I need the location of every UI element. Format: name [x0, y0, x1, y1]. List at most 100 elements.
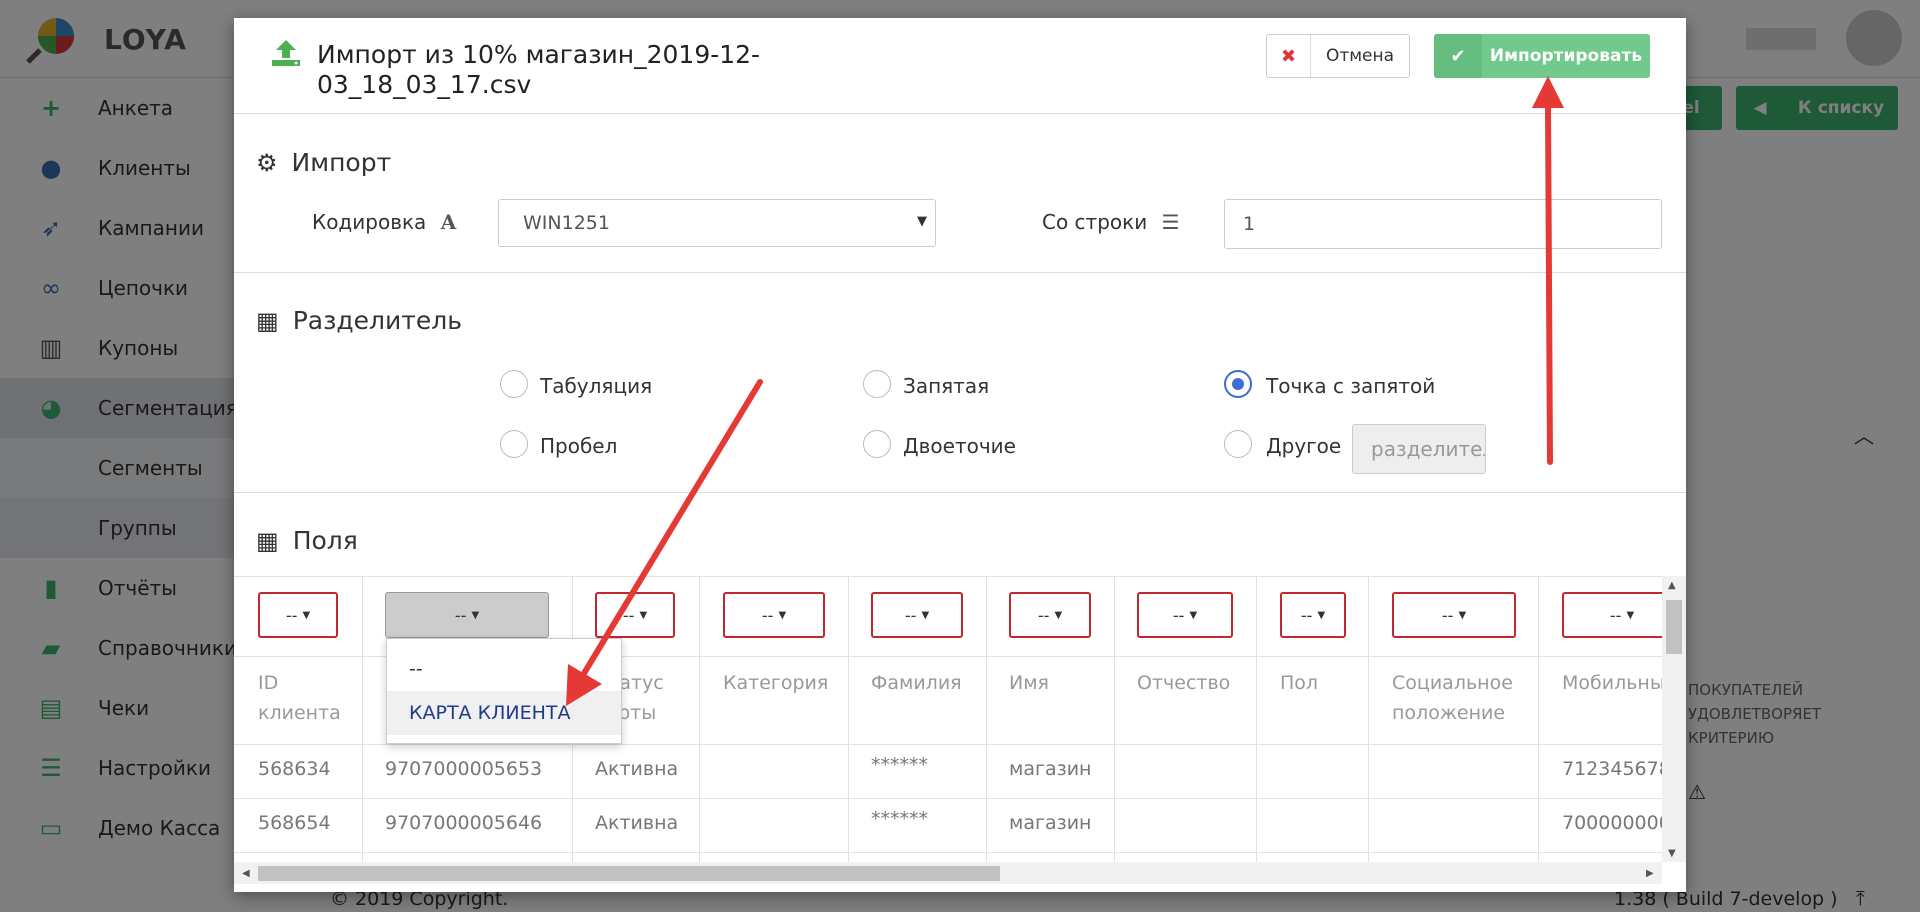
other-delimiter-input[interactable]: разделитель	[1352, 424, 1486, 474]
caret-down-icon: ▼	[1189, 609, 1198, 621]
scroll-up-icon[interactable]: ▲	[1668, 580, 1676, 591]
table-cell: ******	[871, 808, 928, 830]
encoding-label-text: Кодировка	[312, 210, 427, 234]
scroll-down-icon[interactable]: ▼	[1668, 848, 1676, 859]
from-row-label-text: Со строки	[1042, 210, 1148, 234]
table-border	[234, 852, 1662, 853]
table-cell: Активна	[595, 812, 679, 834]
table-cell: ******	[871, 754, 928, 776]
column-header: Имя	[1009, 672, 1049, 694]
close-icon: ✖	[1267, 35, 1311, 77]
import-button[interactable]: ✔ Импортировать	[1434, 34, 1650, 78]
column-mapping-select[interactable]: -- ▼	[1392, 592, 1516, 638]
divider	[234, 272, 1686, 273]
radio-semicolon-label: Точка с запятой	[1266, 374, 1436, 398]
scroll-right-icon[interactable]: ▶	[1646, 868, 1654, 879]
select-value: --	[1300, 605, 1313, 625]
column-divider	[1368, 576, 1369, 862]
fields-heading-text: Поля	[292, 526, 358, 555]
import-heading-text: Импорт	[291, 148, 392, 177]
fields-section-heading: ▦ Поля	[256, 526, 358, 555]
column-mapping-select[interactable]: -- ▼	[1280, 592, 1346, 638]
radio-comma-label: Запятая	[903, 374, 990, 398]
delimiter-heading-text: Разделитель	[292, 306, 462, 335]
column-divider	[1538, 576, 1539, 862]
column-header: Фамилия	[871, 672, 962, 694]
encoding-value: WIN1251	[523, 212, 610, 234]
radio-space[interactable]	[500, 430, 528, 458]
column-mapping-select[interactable]: -- ▼	[595, 592, 675, 638]
table-cell: 9707000005646	[385, 812, 543, 834]
table-cell: 71234567890	[1562, 758, 1662, 780]
column-header: Социальное положение	[1392, 672, 1513, 724]
radio-comma[interactable]	[863, 370, 891, 398]
radio-other-label: Другое	[1266, 434, 1342, 458]
radio-tab[interactable]	[500, 370, 528, 398]
dropdown-option-card[interactable]: КАРТА КЛИЕНТА	[387, 691, 621, 735]
radio-colon[interactable]	[863, 430, 891, 458]
check-icon: ✔	[1434, 34, 1482, 78]
import-button-label: Импортировать	[1489, 46, 1643, 66]
column-header: Отчество	[1137, 672, 1231, 694]
caret-down-icon: ▼	[1317, 609, 1326, 621]
select-value: --	[454, 605, 467, 625]
caret-down-icon: ▼	[1626, 609, 1635, 621]
caret-down-icon: ▼	[302, 609, 311, 621]
from-row-input[interactable]: 1	[1224, 199, 1662, 249]
select-value: --	[1609, 605, 1622, 625]
select-value: --	[1441, 605, 1454, 625]
horizontal-scroll-thumb[interactable]	[258, 866, 1000, 881]
cancel-button-label: Отмена	[1325, 46, 1395, 66]
select-value: --	[1037, 605, 1050, 625]
radio-space-label: Пробел	[540, 434, 618, 458]
column-mapping-select[interactable]: -- ▼	[1137, 592, 1233, 638]
font-icon: A	[440, 210, 457, 234]
table-cell: 568654	[258, 812, 331, 834]
encoding-label: Кодировка A	[312, 210, 456, 234]
table-border	[234, 798, 1662, 799]
column-divider	[1114, 576, 1115, 862]
table-cell: 70000000000	[1562, 812, 1662, 834]
column-mapping-select[interactable]: -- ▼	[258, 592, 338, 638]
caret-down-icon: ▼	[921, 609, 930, 621]
grid-icon: ▦	[256, 306, 279, 335]
from-row-label: Со строки ☰	[1042, 210, 1180, 234]
select-value: --	[285, 605, 298, 625]
column-divider	[848, 576, 849, 862]
column-mapping-select[interactable]: -- ▼	[871, 592, 963, 638]
encoding-select[interactable]: WIN1251 ▼	[498, 199, 936, 247]
column-mapping-select[interactable]: -- ▼	[723, 592, 825, 638]
vertical-scroll-thumb[interactable]	[1666, 600, 1682, 654]
column-mapping-select[interactable]: -- ▼	[1009, 592, 1091, 638]
table-cell: 568634	[258, 758, 331, 780]
cancel-button[interactable]: ✖ Отмена	[1266, 34, 1410, 78]
list-icon: ☰	[1161, 210, 1180, 234]
dropdown-option[interactable]: --	[387, 647, 621, 691]
table-cell: магазин	[1009, 812, 1092, 834]
column-header: Пол	[1280, 672, 1319, 694]
table-border	[234, 744, 1662, 745]
column-divider	[986, 576, 987, 862]
select-value: --	[622, 605, 635, 625]
upload-icon	[270, 38, 302, 68]
select-value: --	[904, 605, 917, 625]
caret-down-icon: ▼	[1458, 609, 1467, 621]
import-modal: Импорт из 10% магазин_2019-12-03_18_03_1…	[234, 18, 1686, 892]
table-cell: Активна	[595, 758, 679, 780]
column-mapping-dropdown: -- КАРТА КЛИЕНТА	[386, 638, 622, 744]
select-value: --	[761, 605, 774, 625]
column-mapping-select[interactable]: -- ▼	[385, 592, 549, 638]
import-section-heading: ⚙ Импорт	[256, 148, 391, 177]
radio-other[interactable]	[1224, 430, 1252, 458]
column-header: ID клиента	[258, 672, 341, 724]
column-mapping-select[interactable]: -- ▼	[1562, 592, 1662, 638]
radio-tab-label: Табуляция	[540, 374, 653, 398]
delimiter-section-heading: ▦ Разделитель	[256, 306, 462, 335]
caret-down-icon: ▼	[1054, 609, 1063, 621]
select-value: --	[1172, 605, 1185, 625]
caret-down-icon: ▼	[778, 609, 787, 621]
column-header: Категория	[723, 672, 829, 694]
table-border	[234, 576, 1662, 577]
scroll-left-icon[interactable]: ◀	[242, 868, 250, 879]
radio-semicolon[interactable]	[1224, 370, 1252, 398]
